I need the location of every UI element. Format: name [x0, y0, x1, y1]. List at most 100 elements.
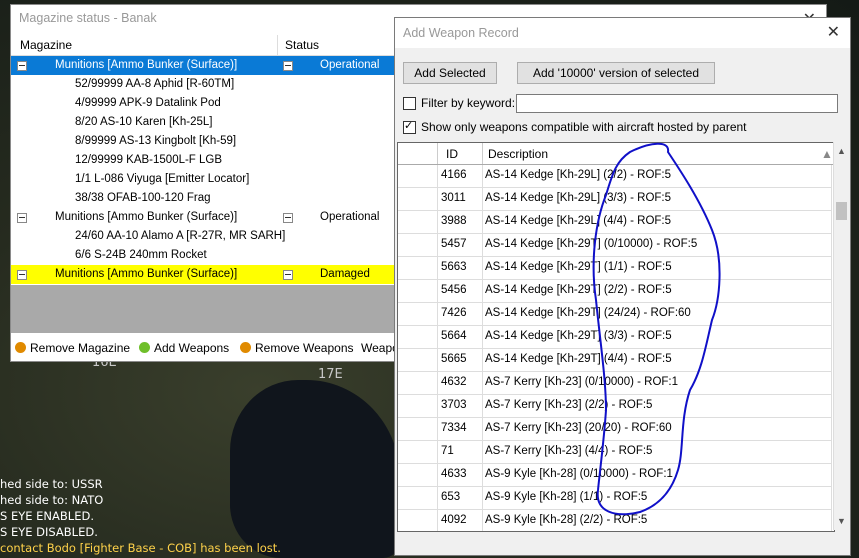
table-row[interactable]: 4633 AS-9 Kyle [Kh-28] (0/10000) - ROF:1	[398, 464, 832, 487]
add-10000-version-button[interactable]: Add '10000' version of selected	[517, 62, 715, 84]
add-weapons-button[interactable]: Add Weapons	[139, 341, 229, 355]
table-row[interactable]: 3011 AS-14 Kedge [Kh-29L] (3/3) - ROF:5	[398, 188, 832, 211]
log-line: S EYE DISABLED.	[0, 525, 98, 539]
add-selected-button[interactable]: Add Selected	[403, 62, 497, 84]
column-divider[interactable]	[482, 143, 483, 164]
filter-checkbox[interactable]	[403, 97, 416, 110]
id-cell: 3011	[441, 192, 466, 204]
id-cell: 3988	[441, 215, 467, 227]
id-cell: 5457	[441, 238, 467, 250]
id-cell: 3703	[441, 399, 467, 411]
column-header-description[interactable]: Description	[488, 147, 548, 161]
column-divider[interactable]	[437, 143, 438, 164]
row-selector-cell[interactable]	[398, 326, 438, 348]
magazine-item-label: 12/99999 KAB-1500L-F LGB	[75, 154, 223, 166]
status-label: Operational	[320, 211, 380, 223]
id-cell: 5663	[441, 261, 467, 273]
row-selector-cell[interactable]	[398, 234, 438, 256]
description-cell: AS-9 Kyle [Kh-28] (1/1) - ROF:5	[482, 487, 647, 509]
filter-label: Filter by keyword:	[421, 96, 516, 110]
compatible-only-checkbox[interactable]	[403, 119, 416, 134]
row-selector-cell[interactable]	[398, 372, 438, 394]
horizontal-scrollbar[interactable]	[397, 532, 833, 552]
id-cell: 4632	[441, 376, 467, 388]
scrollbar-thumb[interactable]	[836, 202, 847, 220]
description-cell: AS-14 Kedge [Kh-29T] (1/1) - ROF:5	[482, 257, 672, 279]
description-cell: AS-7 Kerry [Kh-23] (4/4) - ROF:5	[482, 441, 652, 463]
row-selector-cell[interactable]	[398, 188, 438, 210]
magazine-item-label: 6/6 S-24B 240mm Rocket	[75, 249, 207, 261]
collapse-icon[interactable]	[17, 213, 27, 223]
description-cell: AS-14 Kedge [Kh-29T] (4/4) - ROF:5	[482, 349, 672, 371]
cell-divider	[831, 188, 832, 210]
cell-divider	[831, 487, 832, 509]
table-row[interactable]: 5456 AS-14 Kedge [Kh-29T] (2/2) - ROF:5	[398, 280, 832, 303]
id-cell: 653	[441, 491, 461, 503]
remove-icon	[15, 342, 26, 353]
row-selector-cell[interactable]	[398, 487, 438, 509]
table-row[interactable]: 5663 AS-14 Kedge [Kh-29T] (1/1) - ROF:5	[398, 257, 832, 280]
description-cell: AS-14 Kedge [Kh-29T] (0/10000) - ROF:5	[482, 234, 697, 256]
row-selector-cell[interactable]	[398, 303, 438, 325]
table-row[interactable]: 3988 AS-14 Kedge [Kh-29L] (4/4) - ROF:5	[398, 211, 832, 234]
magazine-item-label: 8/20 AS-10 Karen [Kh-25L]	[75, 116, 213, 128]
table-row[interactable]: 653 AS-9 Kyle [Kh-28] (1/1) - ROF:5	[398, 487, 832, 510]
description-cell: AS-14 Kedge [Kh-29L] (3/3) - ROF:5	[482, 188, 671, 210]
close-icon[interactable]: ✕	[827, 18, 840, 48]
table-row[interactable]: 4166 AS-14 Kedge [Kh-29L] (2/2) - ROF:5	[398, 165, 832, 188]
collapse-icon[interactable]	[283, 270, 293, 280]
table-row[interactable]: 5665 AS-14 Kedge [Kh-29T] (4/4) - ROF:5	[398, 349, 832, 372]
remove-weapons-label: Remove Weapons	[255, 341, 354, 355]
table-row[interactable]: 4092 AS-9 Kyle [Kh-28] (2/2) - ROF:5	[398, 510, 832, 531]
collapse-icon[interactable]	[283, 61, 293, 71]
row-selector-cell[interactable]	[398, 395, 438, 417]
description-cell: AS-14 Kedge [Kh-29L] (2/2) - ROF:5	[482, 165, 671, 187]
dialog-title-bar[interactable]: Add Weapon Record ✕	[395, 18, 850, 48]
table-row[interactable]: 3703 AS-7 Kerry [Kh-23] (2/2) - ROF:5	[398, 395, 832, 418]
table-row[interactable]: 5664 AS-14 Kedge [Kh-29T] (3/3) - ROF:5	[398, 326, 832, 349]
table-row[interactable]: 7334 AS-7 Kerry [Kh-23] (20/20) - ROF:60	[398, 418, 832, 441]
row-selector-cell[interactable]	[398, 418, 438, 440]
collapse-icon[interactable]	[283, 213, 293, 223]
status-label: Operational	[320, 59, 380, 71]
log-line: contact Bodo [Fighter Base - COB] has be…	[0, 541, 281, 555]
row-selector-cell[interactable]	[398, 510, 438, 531]
column-header-id[interactable]: ID	[446, 147, 458, 161]
row-selector-cell[interactable]	[398, 280, 438, 302]
cell-divider	[831, 280, 832, 302]
filter-keyword-input[interactable]	[516, 94, 838, 113]
column-header-magazine[interactable]: Magazine	[20, 38, 72, 52]
cell-divider	[831, 234, 832, 256]
vertical-scrollbar[interactable]: ▲ ▼	[833, 142, 849, 530]
table-row[interactable]: 7426 AS-14 Kedge [Kh-29T] (24/24) - ROF:6…	[398, 303, 832, 326]
column-divider[interactable]	[277, 35, 278, 55]
description-cell: AS-14 Kedge [Kh-29L] (4/4) - ROF:5	[482, 211, 671, 233]
collapse-icon[interactable]	[17, 270, 27, 280]
remove-magazine-button[interactable]: Remove Magazine	[15, 341, 130, 355]
table-row[interactable]: 71 AS-7 Kerry [Kh-23] (4/4) - ROF:5	[398, 441, 832, 464]
scroll-down-icon[interactable]: ▼	[837, 516, 846, 526]
row-selector-cell[interactable]	[398, 211, 438, 233]
cell-divider	[831, 303, 832, 325]
cell-divider	[831, 326, 832, 348]
row-selector-cell[interactable]	[398, 464, 438, 486]
id-cell: 7426	[441, 307, 467, 319]
magazine-item-label: 4/99999 APK-9 Datalink Pod	[75, 97, 221, 109]
row-selector-cell[interactable]	[398, 257, 438, 279]
column-header-status[interactable]: Status	[285, 38, 319, 52]
row-selector-cell[interactable]	[398, 441, 438, 463]
collapse-icon[interactable]	[17, 61, 27, 71]
id-cell: 7334	[441, 422, 467, 434]
map-grid-label: 17E	[318, 367, 343, 382]
scroll-up-icon[interactable]: ▲	[837, 146, 846, 156]
remove-weapons-button[interactable]: Remove Weapons	[240, 341, 354, 355]
id-cell: 5456	[441, 284, 467, 296]
dialog-title: Add Weapon Record	[403, 26, 519, 40]
magazine-item-label: Munitions [Ammo Bunker (Surface)]	[55, 211, 238, 223]
table-row[interactable]: 5457 AS-14 Kedge [Kh-29T] (0/10000) - ROF…	[398, 234, 832, 257]
remove-icon	[240, 342, 251, 353]
window-title: Magazine status - Banak	[19, 11, 157, 25]
row-selector-cell[interactable]	[398, 349, 438, 371]
table-row[interactable]: 4632 AS-7 Kerry [Kh-23] (0/10000) - ROF:1	[398, 372, 832, 395]
row-selector-cell[interactable]	[398, 165, 438, 187]
